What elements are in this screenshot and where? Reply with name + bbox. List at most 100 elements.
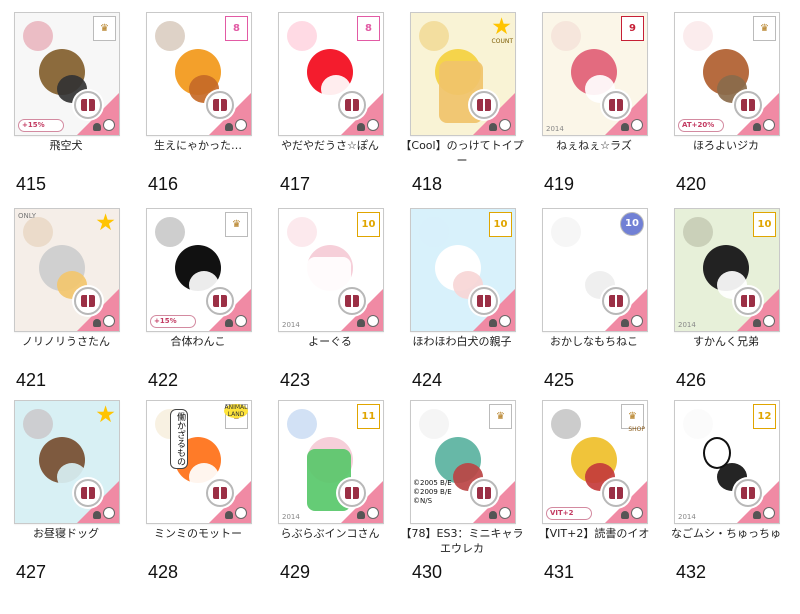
gift-icon[interactable] bbox=[74, 91, 102, 119]
item-name: なごムシ・ちゅっちゅ bbox=[671, 527, 781, 540]
collection-item[interactable]: 10 2014 すかんく兄弟 426 bbox=[660, 196, 792, 392]
collection-item[interactable]: ♛ ©2005 B/E ©2009 B/E ©N/S 【78】ES3：ミニキャラエウ… bbox=[396, 388, 528, 584]
person-icon bbox=[753, 123, 761, 131]
zoom-icon[interactable] bbox=[763, 119, 775, 131]
item-card[interactable]: ★ bbox=[14, 400, 120, 524]
collection-item[interactable]: ★ お昼寝ドッグ 427 bbox=[0, 388, 132, 584]
background-shape bbox=[551, 409, 581, 439]
item-card[interactable]: ♛ SHOP VIT+2 bbox=[542, 400, 648, 524]
rarity-star-icon: ★ bbox=[95, 210, 116, 236]
gift-icon[interactable] bbox=[206, 287, 234, 315]
item-name: ねぇねぇ☆ラズ bbox=[556, 139, 632, 152]
background-shape bbox=[287, 409, 317, 439]
zoom-icon[interactable] bbox=[103, 119, 115, 131]
collection-item[interactable]: ♛ AT+20% ほろよいジカ 420 bbox=[660, 0, 792, 196]
item-name: 【VIT+2】読書のイオ bbox=[538, 527, 650, 540]
item-card[interactable]: ♛ ©2005 B/E ©2009 B/E ©N/S bbox=[410, 400, 516, 524]
zoom-icon[interactable] bbox=[235, 507, 247, 519]
collection-item[interactable]: 10 おかしなもちねこ 425 bbox=[528, 196, 660, 392]
level-badge: 10 bbox=[620, 212, 644, 236]
item-card[interactable]: 10 2014 bbox=[674, 208, 780, 332]
gift-icon[interactable] bbox=[734, 479, 762, 507]
gift-icon[interactable] bbox=[206, 479, 234, 507]
gift-icon[interactable] bbox=[206, 91, 234, 119]
person-icon bbox=[489, 511, 497, 519]
gift-icon[interactable] bbox=[734, 91, 762, 119]
level-badge: 8 bbox=[225, 16, 248, 41]
collection-item[interactable]: 9 2014 ねぇねぇ☆ラズ 419 bbox=[528, 0, 660, 196]
zoom-icon[interactable] bbox=[499, 507, 511, 519]
zoom-icon[interactable] bbox=[763, 315, 775, 327]
item-name: ほわほわ白犬の親子 bbox=[412, 335, 512, 348]
collection-item[interactable]: 8 生えにゃかった… 416 bbox=[132, 0, 264, 196]
gift-icon[interactable] bbox=[74, 479, 102, 507]
gift-icon[interactable] bbox=[338, 91, 366, 119]
person-icon bbox=[225, 511, 233, 519]
collection-item[interactable]: ★ ONLY ノリノリうさたん 421 bbox=[0, 196, 132, 392]
background-shape bbox=[419, 217, 449, 247]
collection-item[interactable]: ♛ +15% 飛空犬 415 bbox=[0, 0, 132, 196]
item-number: 429 bbox=[280, 562, 311, 582]
item-number: 421 bbox=[16, 370, 47, 390]
collection-item[interactable]: 11 2014 らぶらぶインコさん 429 bbox=[264, 388, 396, 584]
item-card[interactable]: 11 2014 bbox=[278, 400, 384, 524]
zoom-icon[interactable] bbox=[103, 315, 115, 327]
gift-icon[interactable] bbox=[734, 287, 762, 315]
item-card[interactable]: 10 bbox=[410, 208, 516, 332]
only-label: ONLY bbox=[18, 212, 36, 220]
item-name: ほろよいジカ bbox=[693, 139, 759, 152]
zoom-icon[interactable] bbox=[631, 507, 643, 519]
collection-item[interactable]: ♛ SHOP VIT+2 【VIT+2】読書のイオ 431 bbox=[528, 388, 660, 584]
item-card[interactable]: 9 2014 bbox=[542, 12, 648, 136]
item-card[interactable]: 12 2014 bbox=[674, 400, 780, 524]
item-card[interactable]: ★ COUNT bbox=[410, 12, 516, 136]
gift-icon[interactable] bbox=[602, 91, 630, 119]
zoom-icon[interactable] bbox=[235, 119, 247, 131]
item-card[interactable]: 8 bbox=[278, 12, 384, 136]
zoom-icon[interactable] bbox=[367, 315, 379, 327]
zoom-icon[interactable] bbox=[763, 507, 775, 519]
collection-item[interactable]: 12 2014 なごムシ・ちゅっちゅ 432 bbox=[660, 388, 792, 584]
gift-icon[interactable] bbox=[470, 91, 498, 119]
gift-icon[interactable] bbox=[338, 479, 366, 507]
item-card[interactable]: 10 bbox=[542, 208, 648, 332]
item-card[interactable]: ★ ONLY bbox=[14, 208, 120, 332]
gift-icon[interactable] bbox=[470, 287, 498, 315]
item-number: 426 bbox=[676, 370, 707, 390]
gift-icon[interactable] bbox=[602, 287, 630, 315]
zoom-icon[interactable] bbox=[499, 119, 511, 131]
zoom-icon[interactable] bbox=[631, 119, 643, 131]
collection-item[interactable]: 10 ほわほわ白犬の親子 424 bbox=[396, 196, 528, 392]
gift-icon[interactable] bbox=[470, 479, 498, 507]
item-card[interactable]: ♛ +15% bbox=[14, 12, 120, 136]
item-card[interactable]: ♛ AT+20% bbox=[674, 12, 780, 136]
collection-item[interactable]: 8 やだやだうさ☆ぽん 417 bbox=[264, 0, 396, 196]
item-card[interactable]: ♛ +15% bbox=[146, 208, 252, 332]
item-card[interactable]: ♛ANIMAL LAND働かざるもの bbox=[146, 400, 252, 524]
gift-icon[interactable] bbox=[338, 287, 366, 315]
item-card[interactable]: 10 2014 bbox=[278, 208, 384, 332]
zoom-icon[interactable] bbox=[631, 315, 643, 327]
collection-item[interactable]: ★ COUNT 【Cool】のっけてトイプー 418 bbox=[396, 0, 528, 196]
shop-badge-icon: ♛ bbox=[93, 16, 116, 41]
zoom-icon[interactable] bbox=[235, 315, 247, 327]
zoom-icon[interactable] bbox=[367, 507, 379, 519]
collection-item[interactable]: 10 2014 よーぐる 423 bbox=[264, 196, 396, 392]
zoom-icon[interactable] bbox=[103, 507, 115, 519]
person-icon bbox=[753, 511, 761, 519]
item-number: 420 bbox=[676, 174, 707, 194]
person-icon bbox=[621, 511, 629, 519]
background-shape bbox=[551, 217, 581, 247]
animal-land-logo: ANIMAL LAND bbox=[224, 404, 248, 418]
stat-bonus-badge: +15% bbox=[150, 315, 196, 328]
zoom-icon[interactable] bbox=[499, 315, 511, 327]
year-text: 2014 bbox=[282, 513, 300, 521]
item-card[interactable]: 8 bbox=[146, 12, 252, 136]
zoom-icon[interactable] bbox=[367, 119, 379, 131]
collection-item[interactable]: ♛ANIMAL LAND働かざるものミンミのモットー428 bbox=[132, 388, 264, 584]
gift-icon[interactable] bbox=[74, 287, 102, 315]
item-number: 428 bbox=[148, 562, 179, 582]
gift-icon[interactable] bbox=[602, 479, 630, 507]
item-name: 【78】ES3：ミニキャラエウレカ bbox=[400, 527, 524, 555]
collection-item[interactable]: ♛ +15% 合体わんこ 422 bbox=[132, 196, 264, 392]
